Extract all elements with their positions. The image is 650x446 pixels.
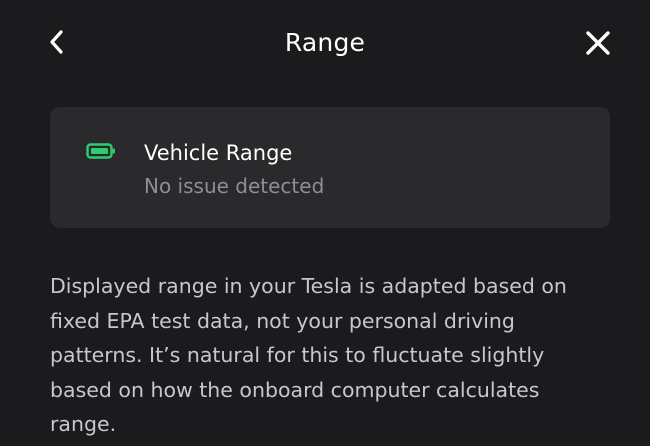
card-title: Vehicle Range: [144, 141, 293, 165]
description-text: Displayed range in your Tesla is adapted…: [50, 274, 567, 436]
page-title: Range: [284, 28, 366, 57]
header-bar: Range: [0, 0, 650, 88]
close-button[interactable]: [580, 25, 616, 61]
status-text: No issue detected: [144, 174, 325, 198]
vehicle-range-card[interactable]: Vehicle Range No issue detected: [50, 107, 610, 228]
battery-icon: [86, 143, 115, 159]
close-icon: [586, 31, 610, 55]
